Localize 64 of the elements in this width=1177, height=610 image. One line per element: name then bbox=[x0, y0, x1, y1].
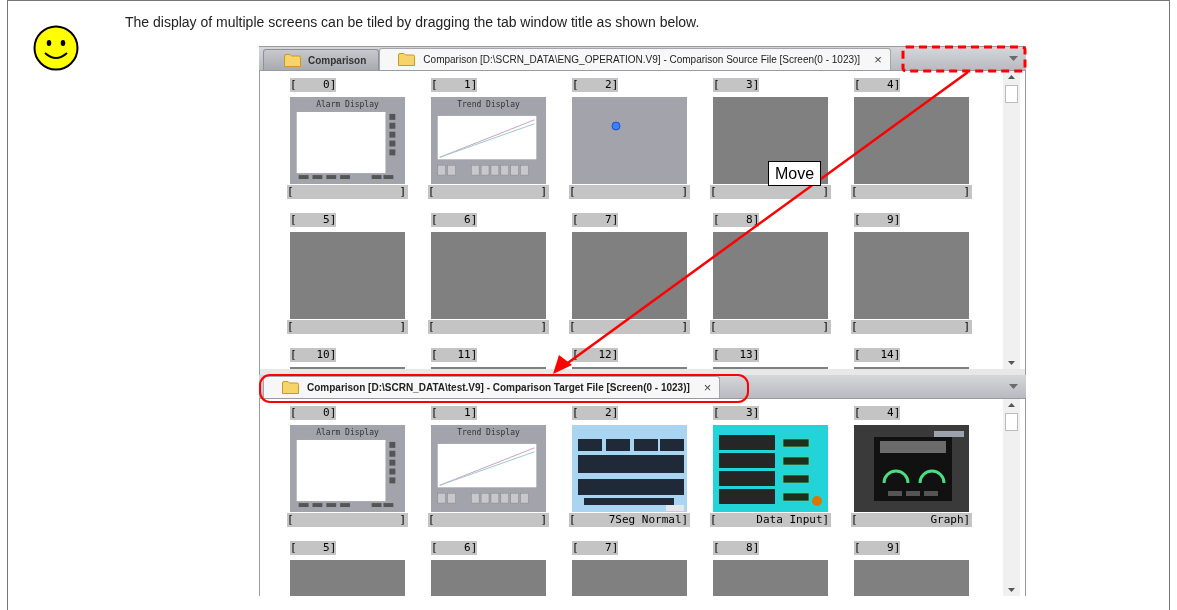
folder-icon bbox=[398, 53, 416, 66]
close-button[interactable]: × bbox=[874, 49, 882, 70]
screen-number: [ 0] bbox=[290, 406, 337, 420]
screen-number: [ 6] bbox=[431, 541, 478, 555]
screen-number: [ 8] bbox=[713, 541, 760, 555]
scrollbar[interactable] bbox=[1003, 399, 1020, 596]
screen-number: [ 1] bbox=[431, 406, 478, 420]
screen-number: [ 6] bbox=[431, 213, 478, 227]
screen-number: [ 0] bbox=[290, 78, 337, 92]
screen-name: [ Data Input] bbox=[710, 513, 831, 527]
tab[interactable]: Comparison [D:\SCRN_DATA\test.V9] - Comparison Target File [Screen(0 - 1023)] × bbox=[263, 376, 721, 398]
screen-number: [ 7] bbox=[572, 213, 619, 227]
screen-name: [ ] bbox=[428, 513, 549, 527]
screen-name: [ ] bbox=[287, 320, 408, 334]
screen-number: [ 1] bbox=[431, 78, 478, 92]
scroll-up-icon[interactable] bbox=[1008, 75, 1015, 79]
screen-name: [ ] bbox=[569, 320, 690, 334]
screen-number: [ 10] bbox=[290, 348, 337, 362]
screen-number: [ 2] bbox=[572, 78, 619, 92]
folder-icon bbox=[284, 53, 301, 67]
scrollbar[interactable] bbox=[1003, 71, 1020, 369]
scroll-down-icon[interactable] bbox=[1008, 588, 1015, 592]
screen-number: [ 3] bbox=[713, 78, 760, 92]
scroll-down-icon[interactable] bbox=[1008, 361, 1015, 365]
screen-title: Trend Display bbox=[457, 100, 520, 109]
screen-name: [ ] bbox=[851, 320, 972, 334]
screen-name: [ ] bbox=[287, 185, 408, 199]
scroll-up-icon[interactable] bbox=[1008, 403, 1015, 407]
screen-title: Alarm Display bbox=[316, 428, 379, 437]
caret-icon[interactable] bbox=[1009, 384, 1018, 389]
screen-name: [ 7Seg Normal] bbox=[569, 513, 690, 527]
screen-number: [ 9] bbox=[854, 213, 901, 227]
screen-name: [ Graph] bbox=[851, 513, 972, 527]
move-tooltip: Move bbox=[768, 161, 822, 186]
screen-name: [ ] bbox=[851, 185, 972, 199]
screen-name: [ ] bbox=[428, 185, 549, 199]
screen-number: [ 8] bbox=[713, 213, 760, 227]
screen-number: [ 14] bbox=[854, 348, 901, 362]
scroll-thumb[interactable] bbox=[1005, 85, 1018, 103]
screen-number: [ 11] bbox=[431, 348, 478, 362]
screen-title: Alarm Display bbox=[316, 100, 379, 109]
screen-number: [ 5] bbox=[290, 213, 337, 227]
screen-name: [ ] bbox=[710, 320, 831, 334]
tab[interactable]: Comparison bbox=[263, 49, 380, 70]
screen-number: [ 13] bbox=[713, 348, 760, 362]
screen-number: [ 9] bbox=[854, 541, 901, 555]
screen-number: [ 4] bbox=[854, 406, 901, 420]
smiley-icon bbox=[33, 25, 79, 71]
screen-number: [ 5] bbox=[290, 541, 337, 555]
screen-name: [ ] bbox=[710, 185, 831, 199]
screen-name: [ ] bbox=[569, 185, 690, 199]
tab[interactable]: Comparison [D:\SCRN_DATA\ENG_OPERATION.V9] - Comparison Source File [Screen(0 - 1023)] × bbox=[379, 48, 891, 70]
scroll-thumb[interactable] bbox=[1005, 413, 1018, 431]
screen-number: [ 2] bbox=[572, 406, 619, 420]
screen-number: [ 3] bbox=[713, 406, 760, 420]
caret-icon[interactable] bbox=[1009, 56, 1018, 61]
folder-icon bbox=[282, 381, 299, 394]
close-button[interactable]: × bbox=[703, 377, 712, 398]
screen-number: [ 7] bbox=[572, 541, 619, 555]
screen-name: [ ] bbox=[287, 513, 408, 527]
screen-number: [ 4] bbox=[854, 78, 901, 92]
screen-name: [ ] bbox=[428, 320, 549, 334]
intro-text: The display of multiple screens can be tiled by dragging the tab window title as shown below. bbox=[125, 13, 701, 32]
screen-title: Trend Display bbox=[457, 428, 520, 437]
